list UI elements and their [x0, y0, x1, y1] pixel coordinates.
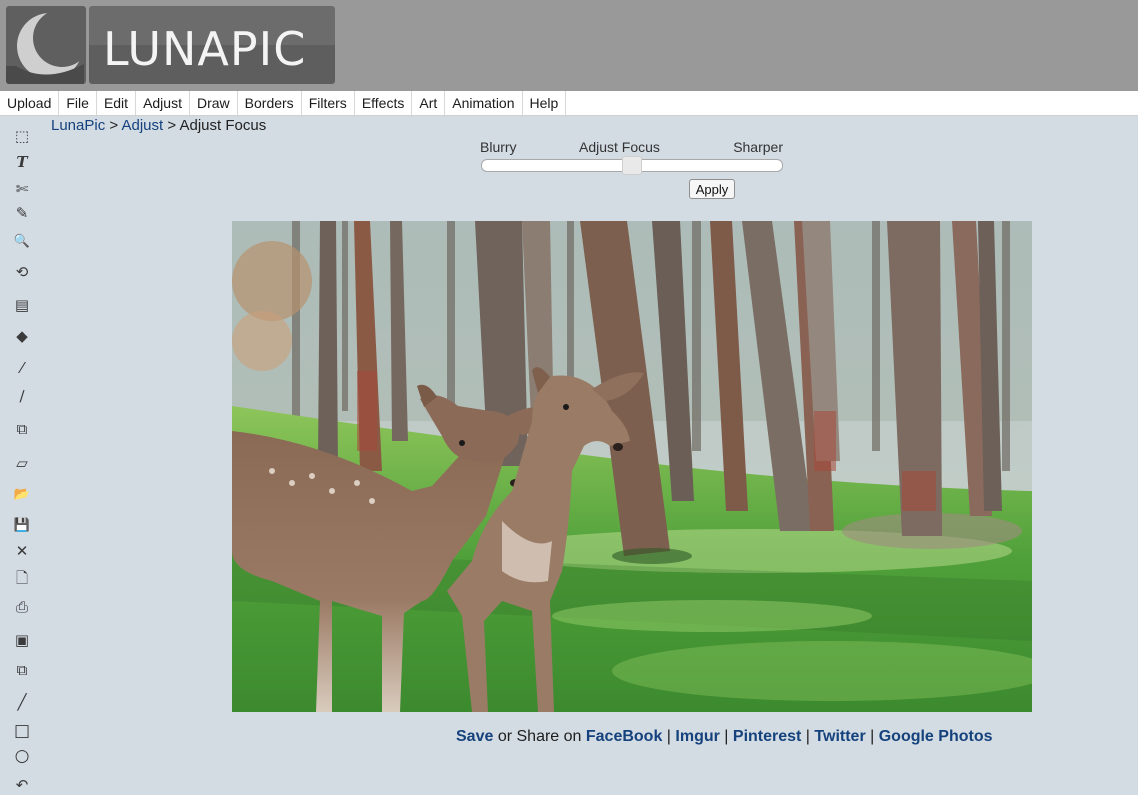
brush-icon[interactable]: ∕	[8, 385, 36, 407]
adjust-focus-control: Blurry Adjust Focus Sharper Apply	[480, 137, 784, 201]
menu-help[interactable]: Help	[523, 91, 567, 115]
menu-edit[interactable]: Edit	[97, 91, 137, 115]
eraser-icon[interactable]: ▱	[8, 452, 36, 474]
menu-borders[interactable]: Borders	[238, 91, 302, 115]
new-file-icon[interactable]: 🗋	[8, 569, 36, 591]
save-icon[interactable]: 💾	[8, 514, 36, 536]
rotate-icon[interactable]: ⟲	[8, 261, 36, 283]
resize-icon[interactable]: ⧉	[8, 418, 36, 440]
paint-bucket-icon[interactable]: ◆	[8, 325, 36, 347]
menu-bar: Upload File Edit Adjust Draw Borders Fil…	[0, 91, 1138, 116]
menu-adjust[interactable]: Adjust	[136, 91, 190, 115]
twitter-link[interactable]: Twitter	[814, 728, 865, 745]
undo-icon[interactable]: ↶	[8, 774, 36, 795]
pinterest-link[interactable]: Pinterest	[733, 728, 801, 745]
menu-art[interactable]: Art	[412, 91, 446, 115]
marquee-select-icon[interactable]: ⬚	[8, 125, 36, 147]
open-folder-icon[interactable]: 📂	[8, 483, 36, 505]
logo-text: LUNAPIC	[103, 22, 307, 76]
circle-icon[interactable]: ○	[8, 745, 36, 767]
breadcrumb: LunaPic > Adjust > Adjust Focus	[51, 117, 266, 134]
text-icon[interactable]: T	[8, 151, 36, 173]
share-separator: |	[662, 728, 676, 745]
share-line: Save or Share on FaceBook | Imgur | Pint…	[456, 728, 993, 746]
menu-animation[interactable]: Animation	[445, 91, 523, 115]
deer-forest-photo	[232, 221, 1032, 712]
blurry-label: Blurry	[480, 139, 517, 155]
breadcrumb-adjust-link[interactable]: Adjust	[122, 117, 164, 134]
pencil-icon[interactable]: ✎	[8, 202, 36, 224]
menu-file[interactable]: File	[59, 91, 97, 115]
moon-logo-icon	[6, 6, 86, 84]
apply-button[interactable]: Apply	[689, 179, 735, 199]
copy-icon[interactable]: ⧉	[8, 659, 36, 681]
menu-effects[interactable]: Effects	[355, 91, 413, 115]
header-bar: LUNAPIC	[0, 0, 1138, 91]
menu-upload[interactable]: Upload	[0, 91, 60, 115]
share-separator: |	[719, 728, 733, 745]
close-icon[interactable]: ✕	[8, 540, 36, 562]
imgur-link[interactable]: Imgur	[675, 728, 719, 745]
adjust-focus-label: Adjust Focus	[579, 139, 660, 155]
tool-sidebar: ⬚ T ✄ ✎ 🔍 ⟲ ▤ ◆ ⁄ ∕ ⧉ ▱ 📂 💾 ✕ 🗋 ⎙ ▣ ⧉ ╱ …	[0, 116, 44, 795]
breadcrumb-separator: >	[105, 117, 122, 134]
scissors-icon[interactable]: ✄	[8, 178, 36, 200]
facebook-link[interactable]: FaceBook	[586, 728, 662, 745]
image-canvas[interactable]	[232, 221, 1032, 712]
menu-draw[interactable]: Draw	[190, 91, 238, 115]
gradient-icon[interactable]: ▤	[8, 294, 36, 316]
menu-filters[interactable]: Filters	[302, 91, 355, 115]
save-link[interactable]: Save	[456, 728, 493, 745]
logo-wordmark: LUNAPIC	[89, 6, 335, 84]
share-separator: |	[865, 728, 879, 745]
line-icon[interactable]: ╱	[8, 691, 36, 713]
paste-icon[interactable]: ▣	[8, 629, 36, 651]
share-separator: |	[801, 728, 815, 745]
google-photos-link[interactable]: Google Photos	[879, 728, 993, 745]
print-icon[interactable]: ⎙	[8, 596, 36, 618]
sharper-label: Sharper	[733, 139, 783, 155]
eyedropper-icon[interactable]: ⁄	[8, 357, 36, 379]
breadcrumb-separator: >	[163, 117, 180, 134]
rectangle-icon[interactable]: □	[8, 720, 36, 742]
breadcrumb-lunapic-link[interactable]: LunaPic	[51, 117, 105, 134]
focus-slider-handle[interactable]	[622, 156, 642, 175]
share-text: or Share on	[493, 728, 586, 745]
breadcrumb-current: Adjust Focus	[179, 117, 267, 134]
zoom-icon[interactable]: 🔍	[8, 230, 36, 252]
lunapic-logo[interactable]: LUNAPIC	[6, 6, 335, 84]
